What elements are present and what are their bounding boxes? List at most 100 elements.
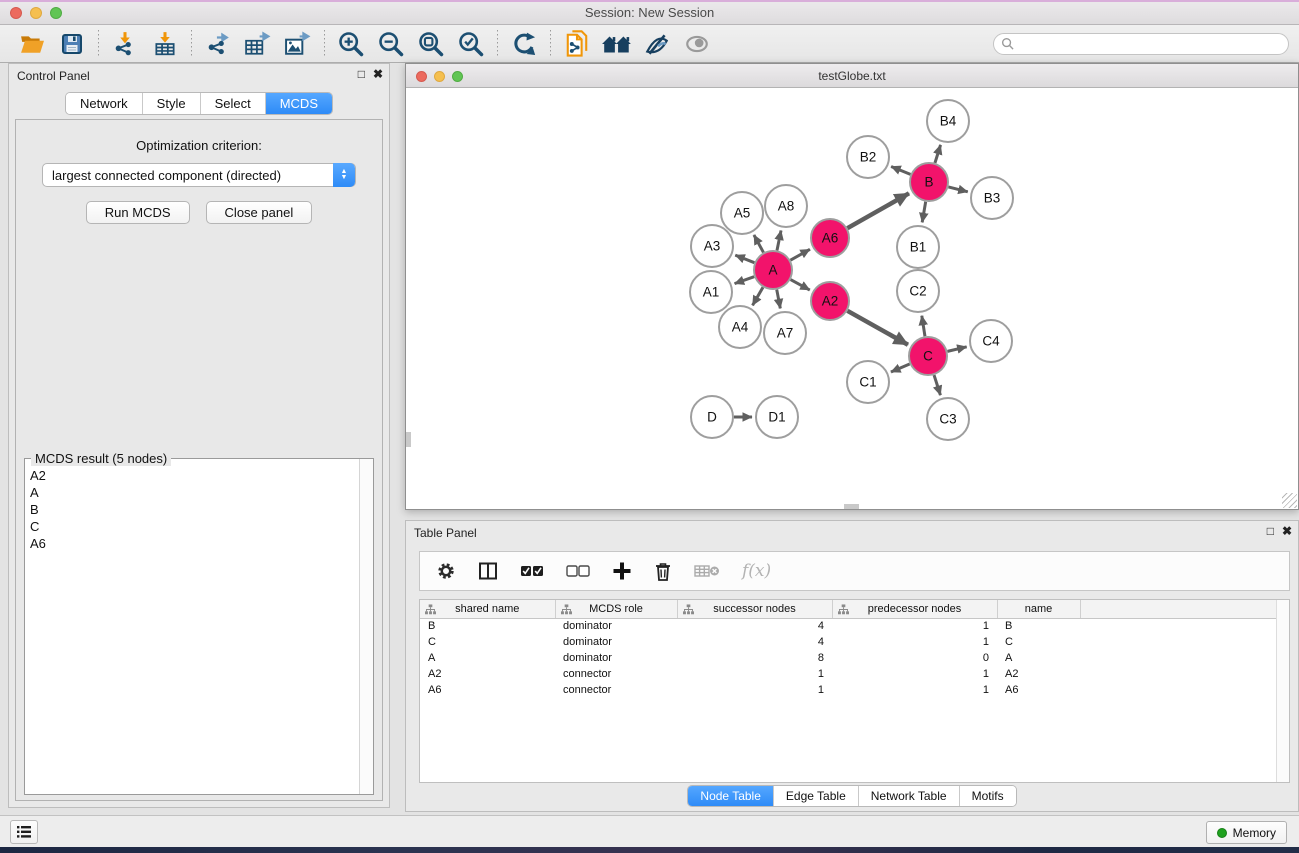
network-window-titlebar[interactable]: testGlobe.txt	[406, 64, 1298, 88]
import-network-icon[interactable]	[105, 28, 145, 60]
run-mcds-button[interactable]: Run MCDS	[86, 201, 190, 224]
zoom-fit-icon[interactable]	[411, 28, 451, 60]
table-row[interactable]: A6connector11A6	[420, 682, 1288, 698]
graph-node-C1[interactable]: C1	[847, 361, 889, 403]
close-table-panel-icon[interactable]: ✖	[1282, 524, 1292, 538]
graph-edge-A-A6[interactable]	[790, 249, 810, 260]
graph-node-A[interactable]: A	[754, 251, 792, 289]
tab-mcds[interactable]: MCDS	[266, 93, 332, 114]
table-tab-network-table[interactable]: Network Table	[859, 786, 960, 806]
mcds-result-item[interactable]: C	[26, 518, 358, 535]
network-graph[interactable]: A5A8A6 A3 A A1 A2 A4A7 B2 B4 B B3 B1C2 C4 C C1 C3 D D1	[406, 88, 1298, 509]
graph-edge-B-B1[interactable]	[922, 202, 925, 223]
show-graphics-details-icon[interactable]	[677, 28, 717, 60]
zoom-selected-icon[interactable]	[451, 28, 491, 60]
graph-edge-A6-B[interactable]	[847, 193, 909, 228]
graph-node-A7[interactable]: A7	[764, 312, 806, 354]
graph-node-B3[interactable]: B3	[971, 177, 1013, 219]
graph-edge-B-B2[interactable]	[891, 166, 910, 174]
column-header-predecessor-nodes[interactable]: predecessor nodes	[832, 600, 997, 618]
tab-network[interactable]: Network	[66, 93, 143, 114]
clone-network-icon[interactable]	[557, 28, 597, 60]
table-row[interactable]: A2connector11A2	[420, 666, 1288, 682]
table-tab-edge-table[interactable]: Edge Table	[774, 786, 859, 806]
table-settings-gear-icon[interactable]	[436, 561, 456, 581]
mcds-result-item[interactable]: A	[26, 484, 358, 501]
tab-style[interactable]: Style	[143, 93, 201, 114]
float-panel-icon[interactable]: □	[358, 67, 365, 81]
graph-node-C4[interactable]: C4	[970, 320, 1012, 362]
network-home-icon[interactable]	[597, 28, 637, 60]
refresh-icon[interactable]	[504, 28, 544, 60]
memory-button[interactable]: Memory	[1206, 821, 1287, 844]
open-session-icon[interactable]	[12, 28, 52, 60]
unselect-all-columns-icon[interactable]	[566, 564, 590, 578]
mcds-result-item[interactable]: A6	[26, 535, 358, 552]
graph-edge-A-A5[interactable]	[754, 235, 764, 252]
graph-node-A1[interactable]: A1	[690, 271, 732, 313]
graph-edge-C-C1[interactable]	[891, 364, 910, 372]
graph-edge-C-C3[interactable]	[934, 375, 940, 395]
close-panel-button[interactable]: Close panel	[206, 201, 313, 224]
export-network-icon[interactable]	[198, 28, 238, 60]
zoom-in-icon[interactable]	[331, 28, 371, 60]
graph-node-B1[interactable]: B1	[897, 226, 939, 268]
graph-edge-A2-C[interactable]	[847, 311, 908, 345]
graph-edge-B-B4[interactable]	[935, 145, 941, 163]
import-table-icon[interactable]	[145, 28, 185, 60]
mcds-result-item[interactable]: B	[26, 501, 358, 518]
delete-column-trash-icon[interactable]	[654, 561, 672, 581]
close-panel-icon[interactable]: ✖	[373, 67, 383, 81]
graph-edge-A-A1[interactable]	[735, 277, 755, 284]
save-session-icon[interactable]	[52, 28, 92, 60]
criterion-dropdown[interactable]: largest connected component (directed) ▲…	[42, 163, 356, 187]
export-table-icon[interactable]	[238, 28, 278, 60]
graph-node-C2[interactable]: C2	[897, 270, 939, 312]
graph-edge-A-A4[interactable]	[753, 287, 763, 305]
search-input[interactable]	[993, 33, 1289, 55]
float-table-panel-icon[interactable]: □	[1267, 524, 1274, 538]
graph-edge-B-B3[interactable]	[948, 187, 967, 192]
graph-node-D[interactable]: D	[691, 396, 733, 438]
graph-node-D1[interactable]: D1	[756, 396, 798, 438]
tab-select[interactable]: Select	[201, 93, 266, 114]
table-tab-motifs[interactable]: Motifs	[960, 786, 1016, 806]
result-scrollbar[interactable]	[359, 459, 373, 794]
graph-node-A3[interactable]: A3	[691, 225, 733, 267]
graph-edge-A-A3[interactable]	[735, 255, 754, 263]
graph-node-A5[interactable]: A5	[721, 192, 763, 234]
table-row[interactable]: Bdominator41B	[420, 618, 1288, 634]
column-header-shared-name[interactable]: shared name	[420, 600, 555, 618]
graph-node-B[interactable]: B	[910, 163, 948, 201]
graph-edge-A-A2[interactable]	[791, 280, 810, 290]
hide-graphics-details-icon[interactable]	[637, 28, 677, 60]
column-header-successor-nodes[interactable]: successor nodes	[677, 600, 832, 618]
network-canvas[interactable]: A5A8A6 A3 A A1 A2 A4A7 B2 B4 B B3 B1C2 C4 C C1 C3 D D1	[406, 88, 1298, 509]
table-row[interactable]: Adominator80A	[420, 650, 1288, 666]
graph-node-C3[interactable]: C3	[927, 398, 969, 440]
graph-edge-A-A7[interactable]	[777, 290, 781, 309]
window-resize-grip[interactable]	[1282, 493, 1297, 508]
graph-edge-C-C4[interactable]	[947, 347, 966, 352]
mcds-result-item[interactable]: A2	[26, 467, 358, 484]
graph-edge-A-A8[interactable]	[777, 230, 781, 250]
export-image-icon[interactable]	[278, 28, 318, 60]
column-header-MCDS-role[interactable]: MCDS role	[555, 600, 677, 618]
column-view-icon[interactable]	[478, 561, 498, 581]
column-header-name[interactable]: name	[997, 600, 1080, 618]
graph-node-A4[interactable]: A4	[719, 306, 761, 348]
graph-node-A8[interactable]: A8	[765, 185, 807, 227]
show-panels-list-button[interactable]	[10, 820, 38, 844]
table-row[interactable]: Cdominator41C	[420, 634, 1288, 650]
zoom-out-icon[interactable]	[371, 28, 411, 60]
table-scrollbar[interactable]	[1276, 600, 1289, 782]
graph-node-C[interactable]: C	[909, 337, 947, 375]
graph-node-B2[interactable]: B2	[847, 136, 889, 178]
select-all-columns-icon[interactable]	[520, 564, 544, 578]
graph-edge-C-C2[interactable]	[922, 316, 925, 337]
graph-node-A6[interactable]: A6	[811, 219, 849, 257]
table-tab-node-table[interactable]: Node Table	[688, 786, 774, 806]
graph-node-B4[interactable]: B4	[927, 100, 969, 142]
add-column-icon[interactable]	[612, 561, 632, 581]
graph-node-A2[interactable]: A2	[811, 282, 849, 320]
